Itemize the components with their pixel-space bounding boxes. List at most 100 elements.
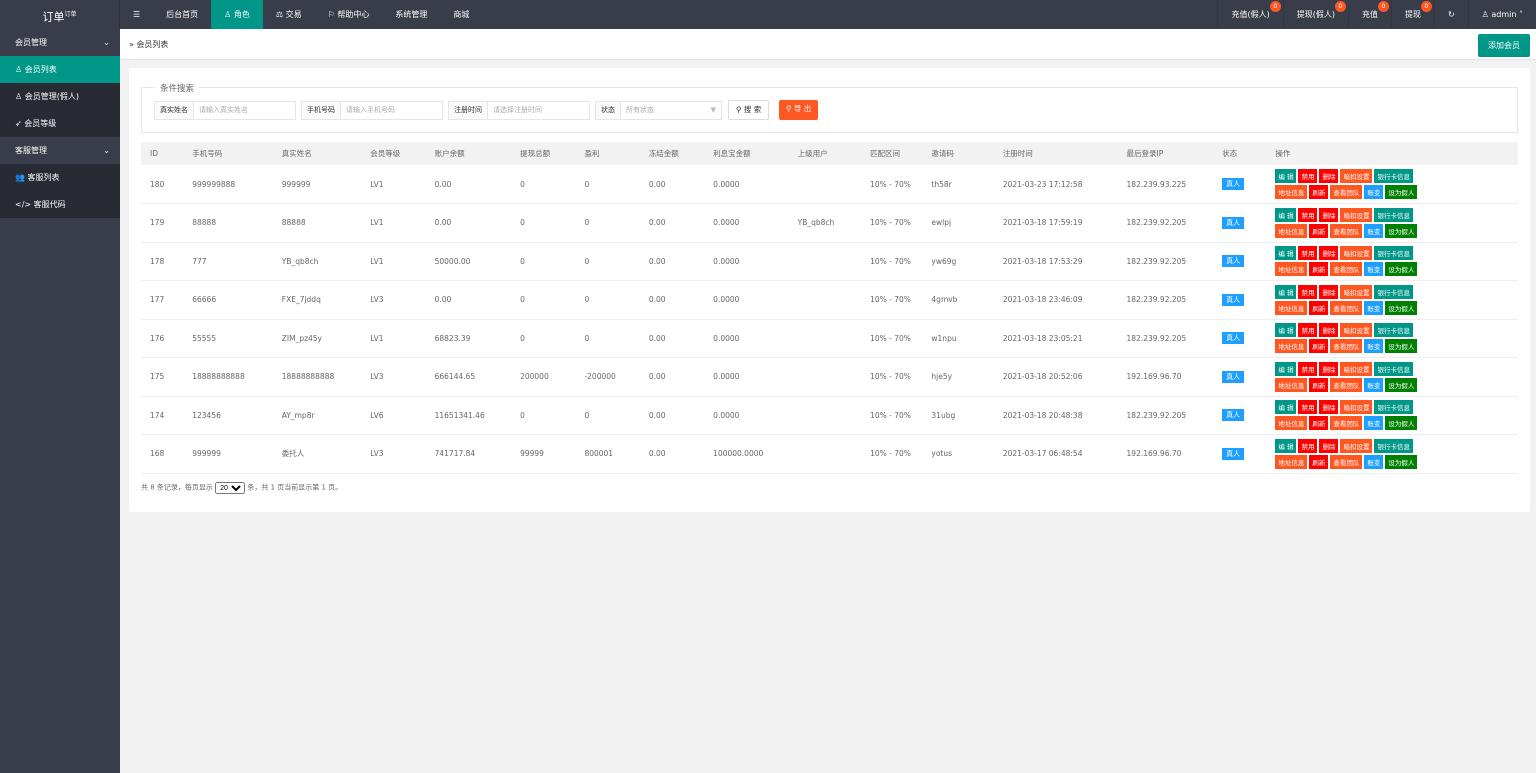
action-button-1[interactable]: 禁用 (1298, 284, 1318, 299)
action-button-8[interactable]: 账变 (1364, 300, 1384, 315)
action-button-1[interactable]: 禁用 (1298, 207, 1318, 222)
action-button-8[interactable]: 账变 (1364, 185, 1384, 199)
nav-item-2[interactable]: ⚖ 交易 (263, 0, 315, 29)
regtime-field[interactable]: 注册时间 请选择注册时间 (448, 101, 590, 120)
status-value[interactable]: 所有状态 (621, 102, 711, 119)
action-button-1[interactable]: 禁用 (1298, 400, 1318, 415)
sidebar-group-0[interactable]: 会员管理 ⌄ (0, 29, 120, 56)
search-button[interactable]: ⚲ 搜 索 (728, 100, 770, 120)
action-button-2[interactable]: 删除 (1319, 169, 1339, 183)
action-button-3[interactable]: 暗扣设置 (1340, 246, 1373, 261)
action-button-4[interactable]: 银行卡信息 (1374, 169, 1413, 183)
action-button-0[interactable]: 编 辑 (1275, 284, 1297, 299)
name-input[interactable]: 请输入真实姓名 (194, 102, 295, 119)
action-button-8[interactable]: 账变 (1364, 339, 1384, 354)
action-button-9[interactable]: 设为假人 (1385, 339, 1418, 354)
action-button-9[interactable]: 设为假人 (1385, 262, 1418, 277)
action-button-4[interactable]: 银行卡信息 (1374, 323, 1413, 338)
action-button-5[interactable]: 地址信息 (1275, 300, 1308, 315)
action-button-2[interactable]: 删除 (1319, 323, 1339, 338)
action-button-9[interactable]: 设为假人 (1385, 377, 1418, 392)
action-button-4[interactable]: 银行卡信息 (1374, 400, 1413, 415)
action-button-2[interactable]: 删除 (1319, 284, 1339, 299)
nav-item-3[interactable]: ⚐ 帮助中心 (315, 0, 383, 29)
action-button-6[interactable]: 刷新 (1309, 223, 1329, 238)
action-button-1[interactable]: 禁用 (1298, 361, 1318, 376)
action-button-7[interactable]: 查看团队 (1330, 185, 1363, 199)
action-button-7[interactable]: 查看团队 (1330, 223, 1363, 238)
action-button-4[interactable]: 银行卡信息 (1374, 246, 1413, 261)
action-button-4[interactable]: 银行卡信息 (1374, 207, 1413, 222)
action-button-8[interactable]: 账变 (1364, 223, 1384, 238)
action-button-3[interactable]: 暗扣设置 (1340, 438, 1373, 453)
action-button-5[interactable]: 地址信息 (1275, 339, 1308, 354)
action-button-0[interactable]: 编 辑 (1275, 207, 1297, 222)
action-button-2[interactable]: 删除 (1319, 400, 1339, 415)
action-button-4[interactable]: 银行卡信息 (1374, 438, 1413, 453)
action-button-1[interactable]: 禁用 (1298, 246, 1318, 261)
action-button-8[interactable]: 账变 (1364, 377, 1384, 392)
nav-item-0[interactable]: 后台首页 (153, 0, 211, 29)
sidebar-item-1-0[interactable]: 👥 客服列表 (0, 164, 120, 191)
refresh-icon[interactable]: ↻ (1433, 0, 1468, 29)
action-button-7[interactable]: 查看团队 (1330, 262, 1363, 277)
action-button-0[interactable]: 编 辑 (1275, 400, 1297, 415)
action-button-7[interactable]: 查看团队 (1330, 416, 1363, 431)
action-button-0[interactable]: 编 辑 (1275, 323, 1297, 338)
action-button-9[interactable]: 设为假人 (1385, 416, 1418, 431)
action-button-9[interactable]: 设为假人 (1385, 454, 1418, 469)
action-button-0[interactable]: 编 辑 (1275, 361, 1297, 376)
action-button-5[interactable]: 地址信息 (1275, 454, 1308, 469)
action-button-7[interactable]: 查看团队 (1330, 300, 1363, 315)
action-button-4[interactable]: 银行卡信息 (1374, 284, 1413, 299)
action-button-6[interactable]: 刷新 (1309, 377, 1329, 392)
action-button-3[interactable]: 暗扣设置 (1340, 400, 1373, 415)
action-button-3[interactable]: 暗扣设置 (1340, 284, 1373, 299)
phone-field[interactable]: 手机号码 请输入手机号码 (301, 101, 443, 120)
action-button-6[interactable]: 刷新 (1309, 339, 1329, 354)
action-button-7[interactable]: 查看团队 (1330, 454, 1363, 469)
status-select[interactable]: 状态 所有状态 ▼ (595, 101, 722, 120)
top-right-item-1[interactable]: 提现(假人) 0 (1282, 0, 1348, 29)
action-button-5[interactable]: 地址信息 (1275, 185, 1308, 199)
action-button-6[interactable]: 刷新 (1309, 300, 1329, 315)
action-button-8[interactable]: 账变 (1364, 262, 1384, 277)
top-right-item-3[interactable]: 提现 0 (1390, 0, 1434, 29)
action-button-2[interactable]: 删除 (1319, 207, 1339, 222)
action-button-5[interactable]: 地址信息 (1275, 416, 1308, 431)
action-button-5[interactable]: 地址信息 (1275, 223, 1308, 238)
action-button-3[interactable]: 暗扣设置 (1340, 169, 1373, 183)
user-menu[interactable]: ♙ admin ˄ (1467, 0, 1536, 29)
regtime-input[interactable]: 请选择注册时间 (488, 102, 589, 119)
nav-item-4[interactable]: 系统管理 (382, 0, 440, 29)
action-button-1[interactable]: 禁用 (1298, 438, 1318, 453)
action-button-9[interactable]: 设为假人 (1385, 300, 1418, 315)
action-button-1[interactable]: 禁用 (1298, 323, 1318, 338)
action-button-8[interactable]: 账变 (1364, 416, 1384, 431)
nav-item-1[interactable]: ♙ 角色 (211, 0, 263, 29)
action-button-3[interactable]: 暗扣设置 (1340, 323, 1373, 338)
menu-toggle-icon[interactable]: ☰ (120, 0, 153, 29)
top-right-item-0[interactable]: 充值(假人) 0 (1217, 0, 1282, 29)
action-button-1[interactable]: 禁用 (1298, 169, 1318, 183)
action-button-0[interactable]: 编 辑 (1275, 438, 1297, 453)
add-member-button[interactable]: 添加会员 (1478, 34, 1530, 57)
action-button-8[interactable]: 账变 (1364, 454, 1384, 469)
action-button-7[interactable]: 查看团队 (1330, 377, 1363, 392)
action-button-4[interactable]: 银行卡信息 (1374, 361, 1413, 376)
phone-input[interactable]: 请输入手机号码 (341, 102, 442, 119)
action-button-6[interactable]: 刷新 (1309, 185, 1329, 199)
action-button-6[interactable]: 刷新 (1309, 262, 1329, 277)
export-button[interactable]: ⚲ 导 出 (779, 100, 819, 120)
nav-item-5[interactable]: 商城 (440, 0, 482, 29)
sidebar-item-0-1[interactable]: ♙ 会员管理(假人) (0, 83, 120, 110)
sidebar-item-1-1[interactable]: </> 客服代码 (0, 191, 120, 218)
action-button-9[interactable]: 设为假人 (1385, 223, 1418, 238)
page-size-select[interactable]: 20 (215, 482, 246, 494)
action-button-6[interactable]: 刷新 (1309, 454, 1329, 469)
sidebar-item-0-0[interactable]: ♙ 会员列表 (0, 56, 120, 83)
action-button-3[interactable]: 暗扣设置 (1340, 207, 1373, 222)
action-button-6[interactable]: 刷新 (1309, 416, 1329, 431)
action-button-2[interactable]: 删除 (1319, 361, 1339, 376)
action-button-7[interactable]: 查看团队 (1330, 339, 1363, 354)
